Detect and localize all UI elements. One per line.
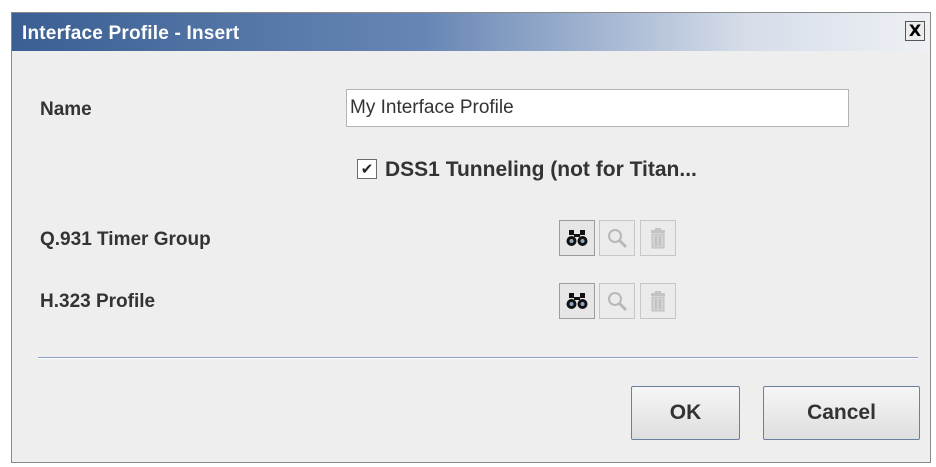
h323-delete-button[interactable] [640, 283, 676, 319]
h323-search-button[interactable] [559, 283, 595, 319]
close-button[interactable]: X [905, 21, 925, 41]
separator-line [38, 357, 918, 359]
h323-view-button[interactable] [599, 283, 635, 319]
interface-profile-dialog: Interface Profile - Insert X Name ✔ DSS1… [11, 12, 931, 463]
checkmark-icon: ✔ [360, 159, 374, 178]
binoculars-icon [566, 230, 588, 246]
trash-icon [651, 228, 665, 249]
close-icon: X [908, 21, 922, 40]
binoculars-icon [566, 293, 588, 309]
q931-view-button[interactable] [599, 220, 635, 256]
magnifier-icon [608, 229, 628, 249]
h323-profile-label: H.323 Profile [40, 291, 156, 312]
name-input[interactable] [346, 89, 849, 127]
q931-delete-button[interactable] [640, 220, 676, 256]
cancel-button[interactable]: Cancel [763, 386, 920, 440]
dialog-title: Interface Profile - Insert [22, 23, 240, 44]
name-label: Name [40, 99, 92, 120]
ok-button[interactable]: OK [631, 386, 740, 440]
dss1-tunneling-checkbox[interactable]: ✔ [357, 159, 377, 179]
q931-search-button[interactable] [559, 220, 595, 256]
magnifier-icon [608, 292, 628, 312]
title-bar[interactable]: Interface Profile - Insert X [12, 13, 930, 51]
trash-icon [651, 291, 665, 312]
q931-timer-group-label: Q.931 Timer Group [40, 229, 211, 250]
dss1-tunneling-label[interactable]: DSS1 Tunneling (not for Titan... [385, 158, 697, 182]
